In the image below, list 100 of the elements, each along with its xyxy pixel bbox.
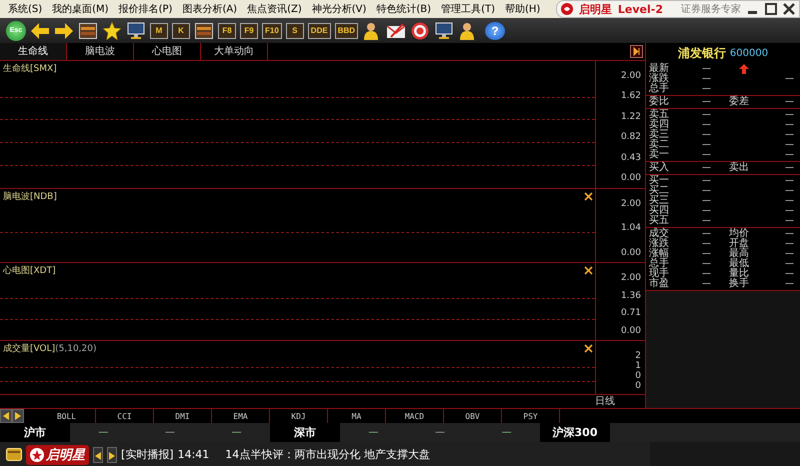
quote-value: — — [785, 249, 794, 259]
quote-label: 买入 — [649, 163, 670, 173]
scroll-left-button[interactable] — [0, 409, 12, 423]
toolbar-button[interactable]: K — [172, 22, 190, 38]
quote-value: — — [701, 110, 711, 120]
app-slogan: 证券服务专家 — [681, 2, 741, 16]
close-icon[interactable] — [584, 266, 593, 276]
quote-label: 涨跌 — [649, 74, 670, 84]
toolbar-button[interactable]: M — [150, 22, 168, 38]
axis-label: 2 — [635, 350, 641, 361]
menu-item[interactable]: 管理工具(T) — [436, 2, 500, 16]
tab[interactable]: 生命线 — [0, 43, 67, 60]
quote-label: 买五 — [649, 216, 670, 226]
pane-title: 成交量[VOL](5,10,20) — [3, 342, 96, 355]
quote-value: — — [785, 140, 794, 150]
quote-value: — — [701, 249, 711, 259]
toolbar-button[interactable]: BBD — [334, 22, 358, 38]
toolbar-button[interactable]: F10 — [262, 22, 282, 38]
quote-value: — — [785, 229, 794, 239]
axis-label: 0 — [635, 370, 641, 381]
quote-value: — — [701, 97, 711, 107]
axis-label: 1 — [635, 360, 641, 371]
axis-label: 0.00 — [620, 173, 641, 184]
close-icon[interactable] — [584, 344, 593, 353]
market-value: — — [164, 427, 175, 438]
window-icon — [79, 22, 97, 38]
previous-button[interactable] — [93, 446, 103, 462]
quote-label: 卖一 — [649, 150, 670, 160]
market-name[interactable]: 沪深300 — [540, 423, 610, 442]
scroll-right-button[interactable] — [12, 409, 24, 423]
triangle-left-icon — [95, 452, 101, 460]
quote-value: — — [785, 216, 794, 226]
quote-label: 卖四 — [649, 120, 670, 130]
quote-label: 涨跌 — [649, 239, 670, 249]
quote-value: — — [701, 206, 711, 216]
stock-name: 浦发银行 — [678, 44, 726, 62]
quote-value: — — [701, 64, 711, 74]
axis-label: 1.62 — [620, 91, 641, 102]
quote-label: 总手 — [649, 84, 670, 94]
triangle-right-icon — [15, 412, 21, 420]
quote-value: — — [785, 97, 794, 107]
app-edition: Level-2 — [618, 2, 663, 16]
triangle-right-icon — [109, 452, 115, 460]
toolbar-button[interactable]: F8 — [218, 22, 236, 38]
pane-title: 脑电波[NDB] — [3, 190, 57, 202]
menu-item[interactable]: 帮助(H) — [500, 2, 546, 16]
axis-label: 1.04 — [620, 223, 641, 234]
quote-value: — — [701, 74, 711, 84]
quote-label: 买四 — [649, 206, 670, 216]
pane-title: 生命线[SMX] — [3, 62, 57, 75]
quote-value: — — [701, 196, 711, 206]
quote-value: — — [785, 150, 794, 160]
app-name: 启明星 — [578, 2, 612, 16]
toolbar-button[interactable]: S — [286, 22, 304, 38]
menu-item[interactable]: 我的桌面(M) — [47, 2, 114, 16]
quote-value: — — [701, 120, 711, 130]
quote-value: — — [701, 150, 711, 160]
news-headline[interactable]: 14点半快评：两市出现分化 地产支撑大盘 — [225, 447, 430, 462]
menu-item[interactable]: 报价排名(P) — [114, 2, 178, 16]
market-name[interactable]: 沪市 — [0, 423, 70, 442]
menu-item[interactable]: 图表分析(A) — [177, 2, 242, 16]
quote-label: 开盘 — [729, 239, 749, 249]
quote-label: 买三 — [649, 196, 670, 206]
maximize-icon[interactable] — [765, 3, 777, 15]
quote-value: — — [785, 110, 794, 120]
quote-value: — — [701, 186, 711, 196]
axis-label: 0.00 — [620, 248, 641, 258]
quote-value: — — [785, 163, 794, 173]
next-button[interactable] — [107, 446, 117, 462]
axis-label: 2.00 — [620, 70, 641, 81]
quote-value: — — [785, 120, 794, 130]
ticker-tag: [实时播报] — [121, 447, 174, 462]
axis-label: 0.43 — [620, 152, 641, 163]
app-logo[interactable]: 启明星 — [26, 444, 89, 464]
toolbar-button[interactable]: F9 — [240, 22, 258, 38]
card-icon[interactable] — [6, 448, 22, 461]
menu-item[interactable]: 焦点资讯(Z) — [242, 2, 307, 16]
quote-value: — — [701, 140, 711, 150]
monitor-icon — [127, 22, 145, 39]
menu-item[interactable]: 系统(S) — [3, 2, 48, 16]
axis-label: 0.00 — [620, 326, 641, 336]
star-icon — [103, 22, 121, 40]
toolbar-button[interactable]: DDE — [308, 22, 331, 38]
quote-value: — — [785, 279, 794, 289]
quote-label: 总手 — [649, 259, 670, 269]
quote-label: 最新 — [649, 64, 670, 74]
quote-value: — — [701, 130, 711, 140]
market-name[interactable]: 深市 — [270, 423, 340, 442]
quote-label: 现手 — [649, 269, 670, 279]
menu-item[interactable]: 神光分析(V) — [306, 2, 372, 16]
close-icon[interactable] — [584, 192, 593, 200]
collapse-icon[interactable] — [630, 44, 643, 58]
quote-value: — — [785, 259, 794, 269]
axis-label: 1.22 — [620, 112, 641, 122]
monitor-icon — [435, 22, 454, 39]
ticker-time: 14:41 — [178, 448, 210, 461]
axis-label: 1.36 — [620, 290, 641, 301]
close-icon[interactable] — [783, 3, 795, 15]
quote-label: 涨幅 — [649, 249, 670, 259]
menu-item[interactable]: 特色统计(B) — [371, 2, 436, 16]
